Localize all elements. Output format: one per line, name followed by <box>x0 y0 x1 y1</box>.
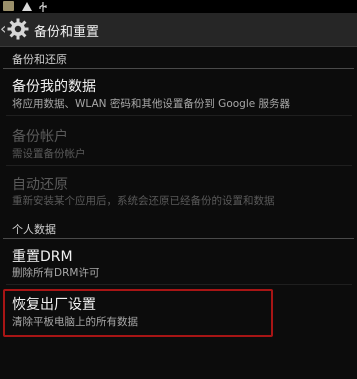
backup-account-subtitle: 需设置备份帐户 <box>12 148 86 160</box>
backup-my-data-title[interactable]: 备份我的数据 <box>12 76 96 96</box>
warning-icon <box>22 2 32 11</box>
section-header-personal: 个人数据 <box>12 223 56 236</box>
item-divider <box>6 115 352 116</box>
status-bar <box>0 0 357 13</box>
auto-restore-subtitle: 重新安装某个应用后，系统会还原已经备份的设置和数据 <box>12 195 275 207</box>
reset-drm-subtitle: 删除所有DRM许可 <box>12 267 100 279</box>
auto-restore-title[interactable]: 自动还原 <box>12 174 68 194</box>
section-divider <box>3 238 354 239</box>
section-divider <box>3 68 354 69</box>
usb-icon <box>38 2 48 12</box>
action-bar: ‹ 备份和重置 <box>0 13 357 47</box>
section-header-backup: 备份和还原 <box>12 53 67 66</box>
backup-account-title[interactable]: 备份帐户 <box>12 126 68 146</box>
item-divider <box>6 284 352 285</box>
thumbnail-icon <box>3 1 14 11</box>
item-divider <box>6 165 352 166</box>
backup-my-data-subtitle: 将应用数据、WLAN 密码和其他设置备份到 Google 服务器 <box>12 98 291 110</box>
factory-reset-highlight <box>3 289 273 337</box>
page-title: 备份和重置 <box>34 25 100 40</box>
gear-icon[interactable] <box>7 18 29 40</box>
reset-drm-title[interactable]: 重置DRM <box>12 246 73 266</box>
